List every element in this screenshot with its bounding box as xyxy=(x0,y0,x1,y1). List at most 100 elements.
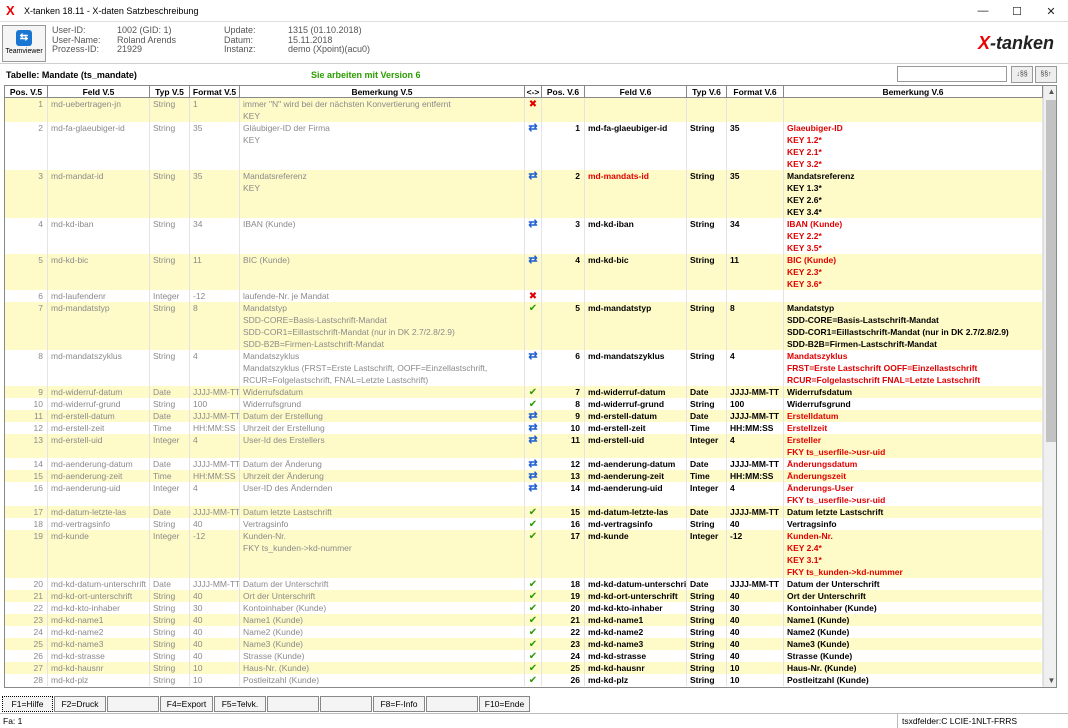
t5-cell: Integer xyxy=(150,434,190,458)
table-row[interactable]: 22 md-kd-kto-inhaber String 30 Kontoinhaber … xyxy=(5,602,1043,614)
remark-v6-cell: Haus-Nr. (Kunde) xyxy=(784,662,1043,674)
fkey-button-3[interactable] xyxy=(107,696,159,712)
column-header[interactable]: Feld V.6 xyxy=(585,86,687,98)
t5-cell: Integer xyxy=(150,530,190,578)
vertical-scrollbar[interactable]: ▲ ▼ xyxy=(1043,86,1056,687)
fo5-cell: 40 xyxy=(190,614,240,626)
fo5-cell: HH:MM:SS xyxy=(190,422,240,434)
table-row[interactable]: 17 md-datum-letzte-las Date JJJJ-MM-TT Datum… xyxy=(5,506,1043,518)
table-row[interactable]: 25 md-kd-name3 String 40 Name3 (Kunde) ✔ 23 md-… xyxy=(5,638,1043,650)
remark-v6-cell: Änderungszeit xyxy=(784,470,1043,482)
status-left: Fa: 1 xyxy=(3,716,23,726)
table-row[interactable]: 4 md-kd-iban String 34 IBAN (Kunde) ⇄ 3 md-kd-i… xyxy=(5,218,1043,254)
column-header[interactable]: Typ V.6 xyxy=(687,86,727,98)
table-row[interactable]: 10 md-widerruf-grund String 100 Widerrufsgru… xyxy=(5,398,1043,410)
fkey-button-10[interactable]: F10=Ende xyxy=(479,696,530,712)
column-header[interactable]: <-> xyxy=(525,86,542,98)
remark-line: Name2 (Kunde) xyxy=(243,627,304,637)
p6-cell xyxy=(542,290,585,302)
function-key-bar: F1=Hilfe F2=Druck F4=Export F5=Telvk. F8=F-I… xyxy=(0,696,1068,712)
f6-cell: md-erstell-zeit xyxy=(585,422,687,434)
t6-cell: Date xyxy=(687,506,727,518)
t6-cell: String xyxy=(687,518,727,530)
table-row[interactable]: 1 md-uebertragen-jn String 1 immer "N" wird … xyxy=(5,98,1043,122)
remark-line: Haus-Nr. (Kunde) xyxy=(787,663,857,673)
f5-cell: md-kd-name1 xyxy=(48,614,150,626)
table-row[interactable]: 12 md-erstell-zeit Time HH:MM:SS Uhrzeit der… xyxy=(5,422,1043,434)
fkey-button-8[interactable]: F8=F-Info xyxy=(373,696,425,712)
t5-cell: String xyxy=(150,626,190,638)
table-row[interactable]: 5 md-kd-bic String 11 BIC (Kunde) ⇄ 4 md-kd-bic… xyxy=(5,254,1043,290)
table-row[interactable]: 6 md-laufendenr Integer -12 laufende-Nr. je … xyxy=(5,290,1043,302)
scroll-up-icon[interactable]: ▲ xyxy=(1044,86,1056,98)
column-header[interactable]: Pos. V.6 xyxy=(542,86,585,98)
p6-cell: 2 xyxy=(542,170,585,218)
fkey-button-5[interactable]: F5=Telvk. xyxy=(214,696,266,712)
table-row[interactable]: 23 md-kd-name1 String 40 Name1 (Kunde) ✔ 21 md-… xyxy=(5,614,1043,626)
fkey-button-6[interactable] xyxy=(267,696,319,712)
remark-v5-cell: Name1 (Kunde) xyxy=(240,614,525,626)
remark-v5-cell: Datum der Unterschrift xyxy=(240,578,525,590)
fo6-cell xyxy=(727,290,784,302)
table-row[interactable]: 27 md-kd-hausnr String 10 Haus-Nr. (Kunde) ✔ 2… xyxy=(5,662,1043,674)
fo5-cell: 40 xyxy=(190,626,240,638)
fkey-button-1[interactable]: F1=Hilfe xyxy=(2,696,53,712)
table-row[interactable]: 13 md-erstell-uid Integer 4 User-Id des Erst… xyxy=(5,434,1043,458)
table-row[interactable]: 8 md-mandatszyklus String 4 Mandatszyklus Man… xyxy=(5,350,1043,386)
remark-v6-cell: Vertragsinfo xyxy=(784,518,1043,530)
column-header[interactable]: Bemerkung V.5 xyxy=(240,86,525,98)
fo6-cell: 40 xyxy=(727,590,784,602)
remark-line: Name1 (Kunde) xyxy=(787,615,850,625)
minimize-icon[interactable]: — xyxy=(966,0,1000,22)
f6-cell: md-datum-letzte-las xyxy=(585,506,687,518)
table-row[interactable]: 21 md-kd-ort-unterschrift String 40 Ort der … xyxy=(5,590,1043,602)
column-header[interactable]: Feld V.5 xyxy=(48,86,150,98)
table-row[interactable]: 20 md-kd-datum-unterschrift Date JJJJ-MM-TT… xyxy=(5,578,1043,590)
fkey-button-4[interactable]: F4=Export xyxy=(160,696,213,712)
table-row[interactable]: 9 md-widerruf-datum Date JJJJ-MM-TT Widerruf… xyxy=(5,386,1043,398)
table-row[interactable]: 18 md-vertragsinfo String 40 Vertragsinfo ✔ 16… xyxy=(5,518,1043,530)
table-row[interactable]: 11 md-erstell-datum Date JJJJ-MM-TT Datum de… xyxy=(5,410,1043,422)
teamviewer-button[interactable]: ⇆ Teamviewer xyxy=(2,25,46,62)
column-header[interactable]: Typ V.5 xyxy=(150,86,190,98)
maximize-icon[interactable]: ☐ xyxy=(1000,0,1034,22)
fkey-button-9[interactable] xyxy=(426,696,478,712)
column-header[interactable]: Format V.6 xyxy=(727,86,784,98)
table-row[interactable]: 14 md-aenderung-datum Date JJJJ-MM-TT Datum … xyxy=(5,458,1043,470)
table-row[interactable]: 15 md-aenderung-zeit Time HH:MM:SS Uhrzeit d… xyxy=(5,470,1043,482)
table-row[interactable]: 2 md-fa-glaeubiger-id String 35 Gläubiger-ID… xyxy=(5,122,1043,170)
table-row[interactable]: 7 md-mandatstyp String 8 Mandatstyp SDD-CORE=… xyxy=(5,302,1043,350)
table-row[interactable]: 19 md-kunde Integer -12 Kunden-Nr. FKY ts_kun… xyxy=(5,530,1043,578)
scroll-down-icon[interactable]: ▼ xyxy=(1044,675,1056,687)
fo5-cell: JJJJ-MM-TT xyxy=(190,458,240,470)
remark-v6-cell: Änderungsdatum xyxy=(784,458,1043,470)
f5-cell: md-widerruf-datum xyxy=(48,386,150,398)
f5-cell: md-mandatszyklus xyxy=(48,350,150,386)
remark-v5-cell: User-ID des Ändernden xyxy=(240,482,525,506)
remark-line: FKY ts_kunden->kd-nummer xyxy=(787,567,903,577)
fkey-button-7[interactable] xyxy=(320,696,372,712)
remark-line: Änderungsdatum xyxy=(787,459,858,469)
close-icon[interactable]: ✕ xyxy=(1034,0,1068,22)
column-header[interactable]: Pos. V.5 xyxy=(5,86,48,98)
column-header[interactable]: Format V.5 xyxy=(190,86,240,98)
window-controls: — ☐ ✕ xyxy=(966,0,1068,22)
search-down-button[interactable]: ↓§§ xyxy=(1011,66,1033,83)
remark-line: SDD-CORE=Basis-Lastschrift-Mandat xyxy=(787,315,939,325)
fo6-cell: 35 xyxy=(727,122,784,170)
remark-line: FKY ts_userfile->usr-uid xyxy=(787,447,886,457)
search-input[interactable] xyxy=(897,66,1007,82)
table-row[interactable]: 16 md-aenderung-uid Integer 4 User-ID des Än… xyxy=(5,482,1043,506)
field-table[interactable]: Pos. V.5 Feld V.5 Typ V.5 Format V.5 Bemerku… xyxy=(4,85,1057,688)
table-row[interactable]: 24 md-kd-name2 String 40 Name2 (Kunde) ✔ 22 md-… xyxy=(5,626,1043,638)
table-row[interactable]: 28 md-kd-plz String 10 Postleitzahl (Kunde) ✔… xyxy=(5,674,1043,686)
search-up-button[interactable]: §§↑ xyxy=(1035,66,1057,83)
remark-line: Kunden-Nr. xyxy=(787,531,833,541)
table-row[interactable]: 26 md-kd-strasse String 40 Strasse (Kunde) ✔ 2… xyxy=(5,650,1043,662)
fkey-button-2[interactable]: F2=Druck xyxy=(54,696,106,712)
table-row[interactable]: 3 md-mandat-id String 35 Mandatsreferenz KEY ⇄… xyxy=(5,170,1043,218)
p5-cell: 27 xyxy=(5,662,48,674)
column-header[interactable]: Bemerkung V.6 xyxy=(784,86,1043,98)
remark-v6-cell: Mandatszyklus FRST=Erste Lastschrift OOFF… xyxy=(784,350,1043,386)
scroll-thumb[interactable] xyxy=(1046,100,1056,442)
